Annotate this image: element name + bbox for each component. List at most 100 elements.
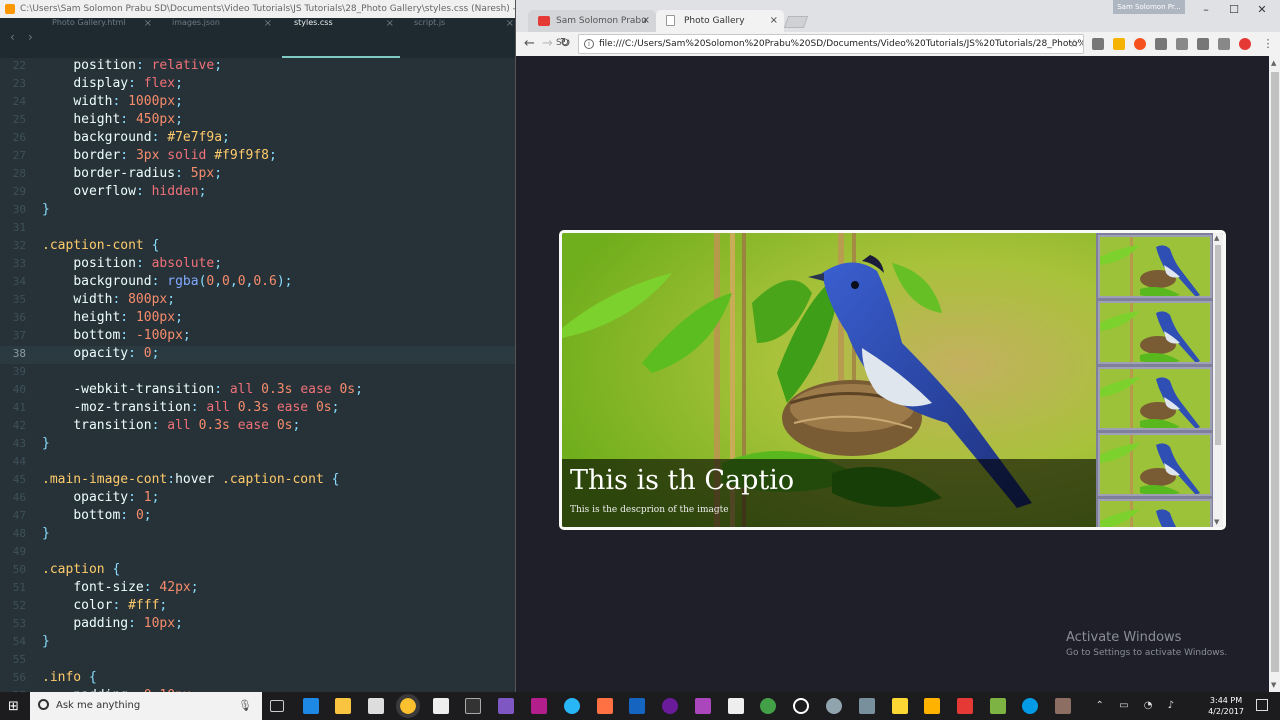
- close-icon[interactable]: ×: [642, 10, 650, 32]
- visual-studio-icon[interactable]: [498, 698, 514, 714]
- extension-icon-2[interactable]: [1113, 38, 1125, 50]
- onenote-icon[interactable]: [531, 698, 547, 714]
- skype-icon[interactable]: [1022, 698, 1038, 714]
- mail-icon[interactable]: [433, 698, 449, 714]
- code-line[interactable]: 42 transition: all 0.3s ease 0s;: [0, 418, 515, 436]
- code-line[interactable]: 43}: [0, 436, 515, 454]
- scroll-down-arrow-icon[interactable]: ▼: [1271, 681, 1276, 689]
- forward-arrow-icon[interactable]: →: [542, 36, 553, 51]
- code-line[interactable]: 40 -webkit-transition: all 0.3s ease 0s;: [0, 382, 515, 400]
- tab-images-json[interactable]: images.json ×: [160, 18, 278, 58]
- code-line[interactable]: 51 font-size: 42px;: [0, 580, 515, 598]
- app-icon-circle[interactable]: [793, 698, 809, 714]
- code-line[interactable]: 44: [0, 454, 515, 472]
- code-line[interactable]: 28 border-radius: 5px;: [0, 166, 515, 184]
- code-line[interactable]: 41 -moz-transition: all 0.3s ease 0s;: [0, 400, 515, 418]
- app-icon-shield[interactable]: [924, 698, 940, 714]
- store-icon[interactable]: [368, 698, 384, 714]
- close-icon[interactable]: ×: [144, 18, 152, 29]
- system-tray-icons[interactable]: ⌃ ▭ ◔ ♪: [1096, 700, 1180, 711]
- thumbnail-image[interactable]: [1098, 367, 1212, 430]
- action-center-icon[interactable]: [1256, 699, 1268, 711]
- code-line[interactable]: 26 background: #7e7f9a;: [0, 130, 515, 148]
- code-line[interactable]: 54}: [0, 634, 515, 652]
- thumbnail-scrollbar[interactable]: ▲ ▼: [1213, 233, 1223, 527]
- extension-icon-5[interactable]: [1176, 38, 1188, 50]
- tab-script-js[interactable]: script.js ×: [402, 18, 515, 58]
- task-view-icon[interactable]: [270, 700, 284, 712]
- main-image-container[interactable]: This is th Captio This is the descprion …: [562, 233, 1096, 527]
- close-icon[interactable]: ×: [386, 18, 394, 29]
- file-explorer-icon[interactable]: [335, 698, 351, 714]
- thumbnail-image[interactable]: [1098, 433, 1212, 496]
- scrollbar-thumb[interactable]: [1271, 72, 1279, 672]
- code-line[interactable]: 33 position: absolute;: [0, 256, 515, 274]
- code-line[interactable]: 39: [0, 364, 515, 382]
- microphone-icon[interactable]: 🎙: [238, 692, 252, 720]
- close-icon[interactable]: ×: [770, 10, 778, 32]
- code-line[interactable]: 29 overflow: hidden;: [0, 184, 515, 202]
- code-line[interactable]: 27 border: 3px solid #f9f9f8;: [0, 148, 515, 166]
- page-scrollbar[interactable]: ▲ ▼: [1269, 56, 1280, 692]
- app-icon-brown[interactable]: [1055, 698, 1071, 714]
- code-line[interactable]: 25 height: 450px;: [0, 112, 515, 130]
- android-icon[interactable]: [760, 698, 776, 714]
- photoshop-icon[interactable]: [629, 698, 645, 714]
- code-line[interactable]: 55: [0, 652, 515, 670]
- close-window-icon[interactable]: ✕: [1252, 3, 1272, 16]
- taskbar-clock[interactable]: 3:44 PM 4/2/2017: [1208, 695, 1244, 717]
- extension-icon-3[interactable]: [1134, 38, 1146, 50]
- app-icon-gear[interactable]: [826, 698, 842, 714]
- tab-left-arrow-icon[interactable]: ‹: [10, 30, 15, 44]
- chrome-icon[interactable]: [396, 694, 420, 718]
- code-line[interactable]: 56 .info {: [0, 670, 515, 688]
- sticky-notes-icon[interactable]: [892, 698, 908, 714]
- scrollbar-thumb[interactable]: [1215, 245, 1221, 445]
- code-line[interactable]: 52 color: #fff;: [0, 598, 515, 616]
- code-editor[interactable]: 22 position: relative; 23 display: flex; 2…: [0, 58, 515, 692]
- code-line[interactable]: 49: [0, 544, 515, 562]
- back-arrow-icon[interactable]: ←: [524, 36, 535, 51]
- code-line[interactable]: 46 opacity: 1;: [0, 490, 515, 508]
- info-icon[interactable]: i: [584, 39, 594, 49]
- extension-icon-6[interactable]: [1197, 38, 1209, 50]
- code-line[interactable]: 31: [0, 220, 515, 238]
- camera-icon[interactable]: [1218, 38, 1230, 50]
- close-icon[interactable]: ×: [506, 18, 514, 29]
- tab-right-arrow-icon[interactable]: ›: [28, 30, 33, 44]
- maximize-icon[interactable]: ☐: [1224, 3, 1244, 16]
- menu-dots-icon[interactable]: ⋮: [1262, 38, 1274, 50]
- extension-icon-1[interactable]: [1092, 38, 1104, 50]
- app-icon-c[interactable]: [990, 698, 1006, 714]
- code-line[interactable]: 30}: [0, 202, 515, 220]
- code-line[interactable]: 53 padding: 10px;: [0, 616, 515, 634]
- scroll-down-arrow-icon[interactable]: ▼: [1214, 518, 1219, 526]
- code-line[interactable]: 36 height: 100px;: [0, 310, 515, 328]
- opera-icon[interactable]: [1239, 38, 1251, 50]
- cmd-icon[interactable]: [465, 698, 481, 714]
- new-tab-button[interactable]: [783, 16, 809, 28]
- code-line[interactable]: 23 display: flex;: [0, 76, 515, 94]
- code-line[interactable]: 38 opacity: 0;: [0, 346, 515, 364]
- close-icon[interactable]: ×: [264, 18, 272, 29]
- thumbnail-image[interactable]: [1098, 499, 1212, 527]
- code-line[interactable]: 35 width: 800px;: [0, 292, 515, 310]
- tab-styles-css[interactable]: styles.css ×: [282, 18, 400, 58]
- code-line[interactable]: 34 background: rgba(0,0,0,0.6);: [0, 274, 515, 292]
- xampp-icon[interactable]: [597, 698, 613, 714]
- scroll-up-arrow-icon[interactable]: ▲: [1271, 59, 1276, 67]
- network-app-icon[interactable]: [859, 698, 875, 714]
- user-profile-badge[interactable]: Sam Solomon Pr...: [1113, 0, 1185, 14]
- app-icon-purple[interactable]: [662, 698, 678, 714]
- code-line[interactable]: 22 position: relative;: [0, 58, 515, 76]
- code-line[interactable]: 32 .caption-cont {: [0, 238, 515, 256]
- thumbnail-image[interactable]: [1098, 235, 1212, 298]
- thumbnail-image[interactable]: [1098, 301, 1212, 364]
- skype-alt-icon[interactable]: [564, 698, 580, 714]
- reload-icon[interactable]: ↻: [560, 36, 571, 51]
- code-line[interactable]: 37 bottom: -100px;: [0, 328, 515, 346]
- premiere-icon[interactable]: [695, 698, 711, 714]
- code-line[interactable]: 50 .caption {: [0, 562, 515, 580]
- code-line[interactable]: 47 bottom: 0;: [0, 508, 515, 526]
- scroll-up-arrow-icon[interactable]: ▲: [1214, 234, 1219, 242]
